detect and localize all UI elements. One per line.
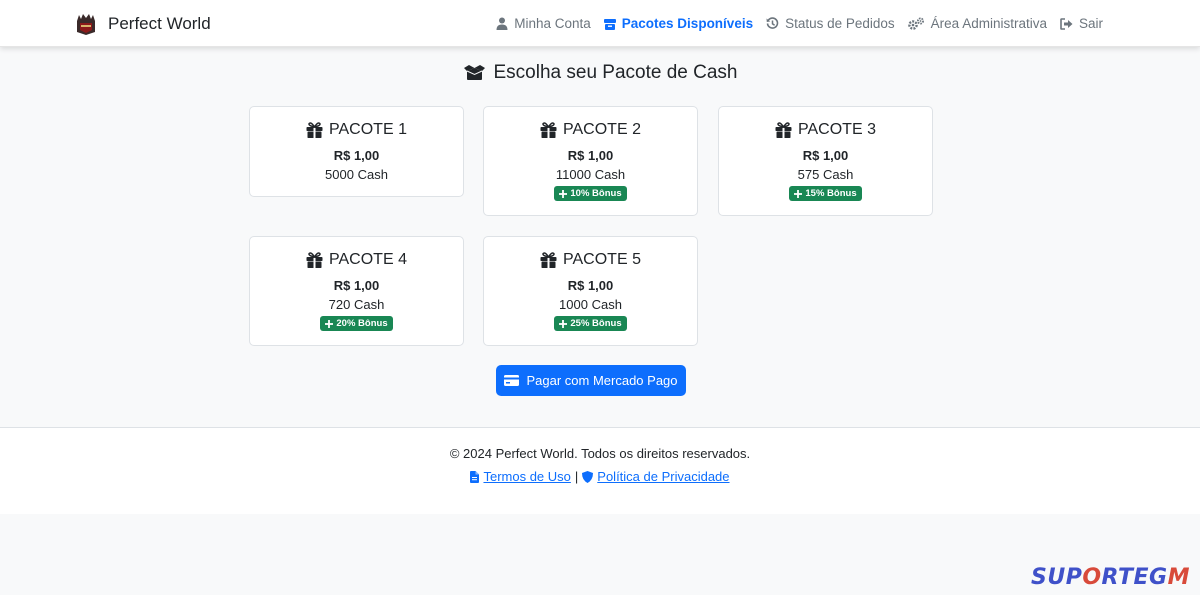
page-title-text: Escolha seu Pacote de Cash [493, 62, 738, 83]
package-card-3[interactable]: PACOTE 3 R$ 1,00 575 Cash 15% Bônus [718, 106, 933, 216]
pay-mercado-pago-button[interactable]: Pagar com Mercado Pago [496, 365, 686, 396]
credit-card-icon [504, 375, 520, 386]
package-cash: 1000 Cash [559, 297, 622, 312]
shield-icon [582, 470, 594, 483]
bonus-label: 15% Bônus [805, 188, 857, 199]
page-title: Escolha seu Pacote de Cash [0, 62, 1200, 84]
package-cash: 11000 Cash [555, 167, 626, 182]
package-name: PACOTE 4 [329, 251, 407, 268]
boxes-open-icon [463, 65, 485, 80]
nav-link-minha-conta[interactable]: Minha Conta [496, 16, 591, 31]
cogs-icon [907, 17, 924, 30]
plus-icon [794, 189, 803, 198]
bonus-badge: 20% Bônus [320, 316, 393, 331]
package-title: PACOTE 4 [250, 251, 463, 269]
nav-link-pacotes[interactable]: Pacotes Disponíveis [603, 16, 754, 31]
package-price: R$ 1,00 [802, 148, 849, 163]
file-icon [470, 470, 480, 483]
package-cash: 575 Cash [797, 167, 854, 182]
nav-link-status-pedidos[interactable]: Status de Pedidos [766, 16, 895, 31]
gift-icon [540, 122, 557, 138]
nav-link-label: Minha Conta [514, 16, 591, 31]
footer: © 2024 Perfect World. Todos os direitos … [0, 427, 1200, 514]
privacy-link[interactable]: Política de Privacidade [582, 469, 730, 484]
package-name: PACOTE 1 [329, 121, 407, 138]
package-price: R$ 1,00 [567, 278, 614, 293]
nav-link-label: Área Administrativa [930, 16, 1047, 31]
nav-link-label: Sair [1078, 16, 1103, 31]
brand-logo-icon [77, 14, 95, 35]
watermark-logo: SUPORTEGM [1031, 565, 1190, 590]
terms-link-label: Termos de Uso [483, 469, 571, 484]
sign-out-icon [1060, 17, 1073, 30]
footer-links: Termos de Uso | Política de Privacidade [0, 469, 1200, 484]
nav-link-label: Status de Pedidos [785, 16, 895, 31]
package-name: PACOTE 2 [563, 121, 641, 138]
package-price: R$ 1,00 [333, 278, 380, 293]
package-title: PACOTE 2 [484, 121, 697, 139]
package-card-1[interactable]: PACOTE 1 R$ 1,00 5000 Cash [249, 106, 464, 197]
package-title: PACOTE 5 [484, 251, 697, 269]
package-price: R$ 1,00 [567, 148, 614, 163]
package-price: R$ 1,00 [333, 148, 380, 163]
package-cash: 720 Cash [328, 297, 385, 312]
plus-icon [559, 189, 568, 198]
bonus-label: 10% Bônus [570, 188, 622, 199]
gift-icon [540, 252, 557, 268]
brand-name: Perfect World [108, 14, 211, 33]
nav-link-label: Pacotes Disponíveis [621, 16, 754, 31]
brand-link[interactable]: Perfect World [75, 10, 211, 38]
package-title: PACOTE 3 [719, 121, 932, 139]
bonus-label: 20% Bônus [336, 318, 388, 329]
package-card-5[interactable]: PACOTE 5 R$ 1,00 1000 Cash 25% Bônus [483, 236, 698, 346]
footer-copyright: © 2024 Perfect World. Todos os direitos … [449, 446, 751, 461]
box-icon [603, 18, 616, 30]
nav-menu: Minha Conta Pacotes Disponíveis Status d… [496, 0, 1103, 47]
package-cash: 5000 Cash [325, 167, 388, 182]
nav-link-sair[interactable]: Sair [1060, 16, 1103, 31]
package-title: PACOTE 1 [250, 121, 463, 139]
navbar: Perfect World Minha Conta Pacotes Dispon… [0, 0, 1200, 47]
plus-icon [325, 319, 334, 328]
plus-icon [559, 319, 568, 328]
gift-icon [775, 122, 792, 138]
user-icon [496, 17, 508, 30]
package-card-2[interactable]: PACOTE 2 R$ 1,00 11000 Cash 10% Bônus [483, 106, 698, 216]
bonus-badge: 15% Bônus [789, 186, 862, 201]
history-icon [766, 17, 779, 29]
package-name: PACOTE 5 [563, 251, 641, 268]
gift-icon [306, 252, 323, 268]
package-card-4[interactable]: PACOTE 4 R$ 1,00 720 Cash 20% Bônus [249, 236, 464, 346]
bonus-badge: 25% Bônus [554, 316, 627, 331]
nav-link-area-admin[interactable]: Área Administrativa [907, 16, 1047, 31]
pay-button-label: Pagar com Mercado Pago [526, 373, 678, 388]
package-name: PACOTE 3 [798, 121, 876, 138]
footer-separator: | [574, 469, 579, 484]
gift-icon [306, 122, 323, 138]
terms-link[interactable]: Termos de Uso [470, 469, 571, 484]
bonus-badge: 10% Bônus [554, 186, 627, 201]
bonus-label: 25% Bônus [570, 318, 622, 329]
privacy-link-label: Política de Privacidade [597, 469, 730, 484]
